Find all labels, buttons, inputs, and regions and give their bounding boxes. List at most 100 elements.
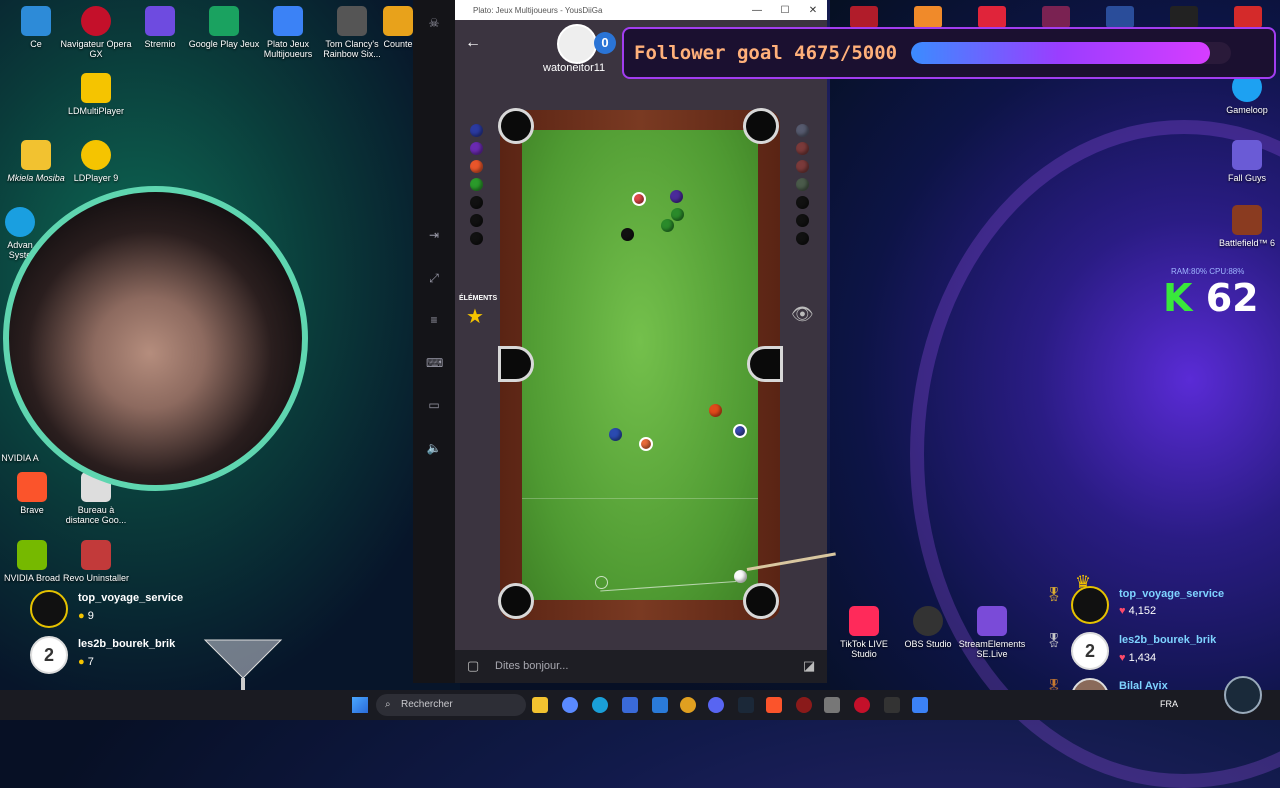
skull-icon[interactable]: ☠ [426,16,442,30]
star-icon[interactable]: ★ [466,304,484,329]
head-string-line [522,498,758,499]
ball [470,232,483,245]
brave-icon[interactable] [766,697,782,713]
desktop-icon-battlefield[interactable]: Battlefield™ 6 [1211,205,1280,248]
taskbar-search[interactable]: ⌕ Rechercher [376,694,526,716]
keyboard-icon[interactable]: ⌨ [426,356,443,370]
steam-icon[interactable] [738,697,754,713]
chrome-icon[interactable] [680,697,696,713]
medal-icon: 🎖 [1045,632,1063,648]
plato-icon[interactable] [912,697,928,713]
chat-icon[interactable]: ▢ [467,658,479,674]
app-icon[interactable] [824,697,840,713]
desktop-icon-ldplayer[interactable]: LDPlayer 9 [60,140,132,183]
desktop-icon-obs[interactable]: OBS Studio [892,606,964,649]
brand-logo [1224,676,1262,714]
mail-icon[interactable] [652,697,668,713]
app-window: Plato: Jeux Multijoueurs - YousDiiGa — ☐… [455,0,836,683]
maximize-icon[interactable]: ☐ [771,5,799,16]
top-app-icons [846,4,1280,28]
ball [470,124,483,137]
follower-goal-fill [911,42,1211,64]
avatar [30,590,68,628]
coin-icon: ● [78,610,85,622]
app-icon[interactable] [884,697,900,713]
desktop-icon-streamelements[interactable]: StreamElements SE.Live [956,606,1028,659]
discord-icon[interactable] [708,697,724,713]
desktop-icon-nvidia-broadcast[interactable]: NVIDIA Broad [0,540,64,583]
leader-name: les2b_bourek_brik [1119,634,1217,646]
opera-gx-icon[interactable] [854,697,870,713]
desktop-icon-revo[interactable]: Revo Uninstaller [60,540,132,583]
ram-cpu-stats: RAM:80% CPU:88% [1171,267,1245,276]
pocket [498,583,534,619]
edge-icon[interactable] [592,697,608,713]
ball [671,208,684,221]
chat-bar[interactable]: ▢ Dites bonjour... ◪ [455,650,827,683]
app-icon[interactable] [796,697,812,713]
copilot-icon[interactable] [562,697,578,713]
elements-label: ÉLÉMENTS [459,295,498,302]
exit-icon[interactable]: ⇥ [426,228,442,242]
desktop-icon-ldmultiplayer[interactable]: LDMultiPlayer [60,73,132,116]
desktop-icon-stremio[interactable]: Stremio [124,6,196,49]
leader-name: les2b_bourek_brik [78,638,176,650]
desktop-icon-opera-gx[interactable]: Navigateur Opera GX [60,6,132,59]
player-avatar[interactable] [557,24,597,64]
expand-icon[interactable]: ⤢ [426,271,442,285]
pocket [743,108,779,144]
pocket [498,108,534,144]
back-arrow-icon[interactable]: ← [465,34,481,52]
pool-table[interactable] [498,108,836,620]
player-name: watoneitor11 [543,62,606,74]
app-icon[interactable] [914,6,942,28]
app-icon[interactable] [1234,6,1262,28]
ball [470,160,483,173]
ball [470,196,483,209]
desktop-icon-fall-guys[interactable]: Fall Guys [1211,140,1280,183]
settings-sliders-icon[interactable]: ≡ [426,313,442,327]
language-indicator[interactable]: FRA [1160,699,1178,709]
game-area[interactable]: ← 0 watoneitor11 ÉLÉMENTS ★ 👁 [455,20,836,650]
ball [639,437,653,451]
ball [796,178,809,191]
start-icon[interactable] [352,697,368,713]
minimize-icon[interactable]: — [743,5,771,16]
app-icon[interactable] [978,6,1006,28]
store-icon[interactable] [622,697,638,713]
eye-icon[interactable]: 👁 [791,304,814,325]
ball [609,428,622,441]
ball [796,196,809,209]
ball [632,192,646,206]
ball [796,142,809,155]
desktop-icon-counter[interactable]: Counte [380,6,416,49]
desktop-icon-tiktok-live[interactable]: TikTok LIVE Studio [828,606,900,659]
ball [470,142,483,155]
desktop-icon-google-play-games[interactable]: Google Play Jeux [188,6,260,49]
file-explorer-icon[interactable] [532,697,548,713]
app-icon[interactable] [1042,6,1070,28]
ball [661,219,674,232]
desktop-icon-brave[interactable]: Brave [0,472,64,515]
ghost-ball [595,576,608,589]
cue-stick[interactable] [746,552,836,571]
desktop-icon-rainbow-six[interactable]: Tom Clancy's Rainbow Six... [316,6,388,59]
score-badge: 0 [594,32,616,54]
volume-icon[interactable]: 🔈 [426,441,442,455]
leader-name: top_voyage_service [78,592,184,604]
avatar: 2 [1071,632,1109,670]
app-icon[interactable] [1106,6,1134,28]
search-icon: ⌕ [385,699,391,710]
avatar: 2 [30,636,68,674]
leader-count: ● 9 [78,610,94,622]
ball [796,160,809,173]
desktop-icon-plato[interactable]: Plato Jeux Multijoueurs [252,6,324,59]
chat-input[interactable]: Dites bonjour... [495,660,568,672]
app-icon[interactable] [1170,6,1198,28]
emoji-icon[interactable]: ◪ [803,658,815,674]
label-icon[interactable]: ▭ [426,398,442,412]
follower-goal-bar [911,42,1232,64]
app-icon[interactable] [850,6,878,28]
window-title: Plato: Jeux Multijoueurs - YousDiiGa [473,5,603,15]
close-icon[interactable]: ✕ [799,5,827,16]
